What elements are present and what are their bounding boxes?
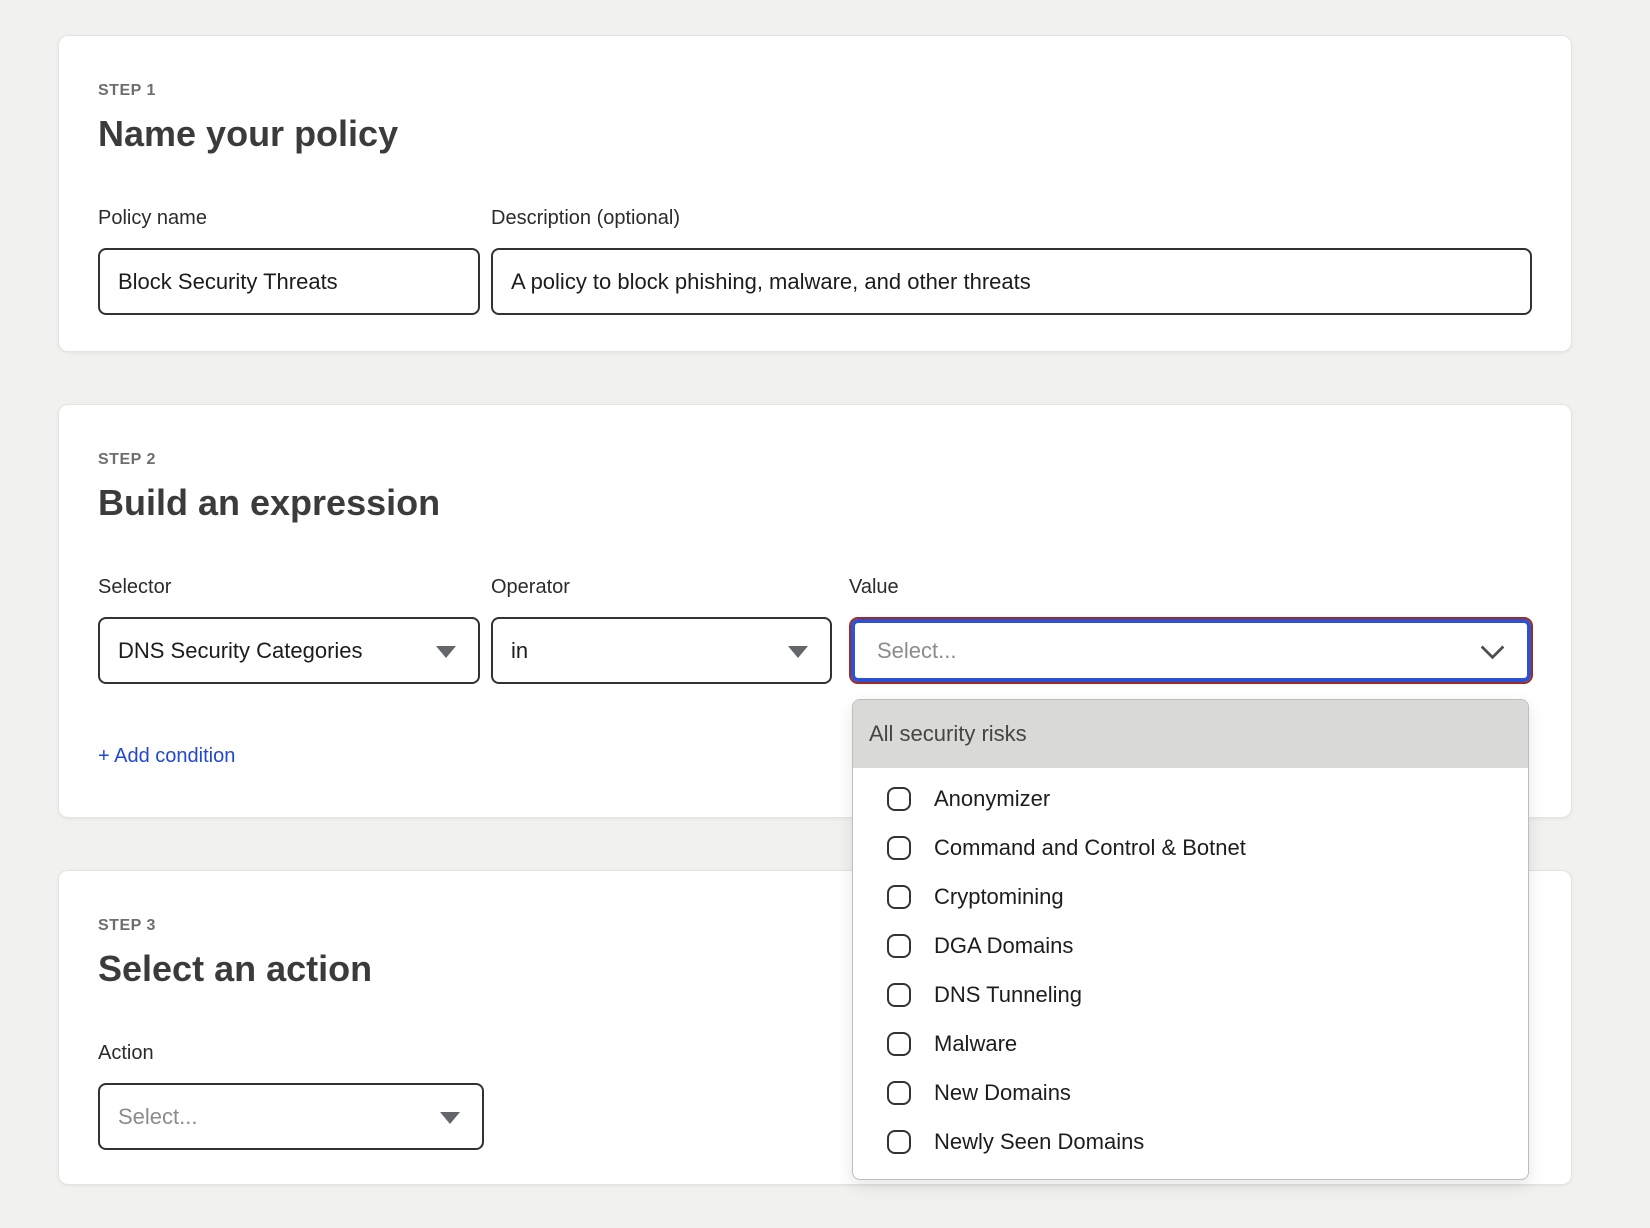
checkbox-unchecked-icon[interactable]: [887, 885, 911, 909]
dropdown-option-new-domains[interactable]: New Domains: [853, 1068, 1528, 1117]
step1-title: Name your policy: [98, 112, 398, 156]
checkbox-unchecked-icon[interactable]: [887, 1130, 911, 1154]
checkbox-unchecked-icon[interactable]: [887, 787, 911, 811]
checkbox-unchecked-icon[interactable]: [887, 1032, 911, 1056]
action-placeholder: Select...: [118, 1104, 197, 1130]
dropdown-group-header[interactable]: All security risks: [853, 700, 1528, 768]
step3-title: Select an action: [98, 947, 372, 991]
caret-down-icon[interactable]: [440, 1112, 460, 1124]
dropdown-options-list: Anonymizer Command and Control & Botnet …: [853, 768, 1528, 1166]
dropdown-option-anonymizer[interactable]: Anonymizer: [853, 774, 1528, 823]
step2-title: Build an expression: [98, 481, 440, 525]
description-label: Description (optional): [491, 206, 680, 230]
dropdown-option-newly-seen-domains[interactable]: Newly Seen Domains: [853, 1117, 1528, 1166]
operator-label: Operator: [491, 575, 570, 599]
dropdown-option-malware[interactable]: Malware: [853, 1019, 1528, 1068]
dns-policy-builder-page: STEP 1 Name your policy Policy name Desc…: [0, 0, 1650, 1228]
action-select[interactable]: Select...: [98, 1083, 484, 1150]
operator-select[interactable]: in: [491, 617, 832, 684]
value-placeholder: Select...: [877, 638, 956, 664]
action-label: Action: [98, 1041, 154, 1065]
value-dropdown-panel: All security risks Anonymizer Command an…: [852, 699, 1529, 1180]
checkbox-unchecked-icon[interactable]: [887, 836, 911, 860]
caret-down-icon[interactable]: [788, 646, 808, 658]
step1-step-label: STEP 1: [98, 82, 156, 100]
step3-step-label: STEP 3: [98, 917, 156, 935]
checkbox-unchecked-icon[interactable]: [887, 934, 911, 958]
policy-name-input[interactable]: [98, 248, 480, 315]
policy-name-label: Policy name: [98, 206, 207, 230]
checkbox-unchecked-icon[interactable]: [887, 983, 911, 1007]
dropdown-option-command-and-control[interactable]: Command and Control & Botnet: [853, 823, 1528, 872]
description-input[interactable]: [491, 248, 1532, 315]
operator-select-value: in: [511, 638, 528, 664]
add-condition-link[interactable]: + Add condition: [98, 745, 235, 768]
dropdown-option-dga-domains[interactable]: DGA Domains: [853, 921, 1528, 970]
selector-select-value: DNS Security Categories: [118, 638, 363, 664]
value-label: Value: [849, 575, 899, 599]
chevron-down-icon[interactable]: [1480, 635, 1504, 659]
caret-down-icon[interactable]: [436, 646, 456, 658]
step2-step-label: STEP 2: [98, 451, 156, 469]
selector-label: Selector: [98, 575, 171, 599]
step1-card: STEP 1 Name your policy Policy name Desc…: [58, 35, 1572, 352]
dropdown-option-dns-tunneling[interactable]: DNS Tunneling: [853, 970, 1528, 1019]
checkbox-unchecked-icon[interactable]: [887, 1081, 911, 1105]
selector-select[interactable]: DNS Security Categories: [98, 617, 480, 684]
dropdown-option-cryptomining[interactable]: Cryptomining: [853, 872, 1528, 921]
value-multiselect[interactable]: Select...: [849, 617, 1533, 684]
